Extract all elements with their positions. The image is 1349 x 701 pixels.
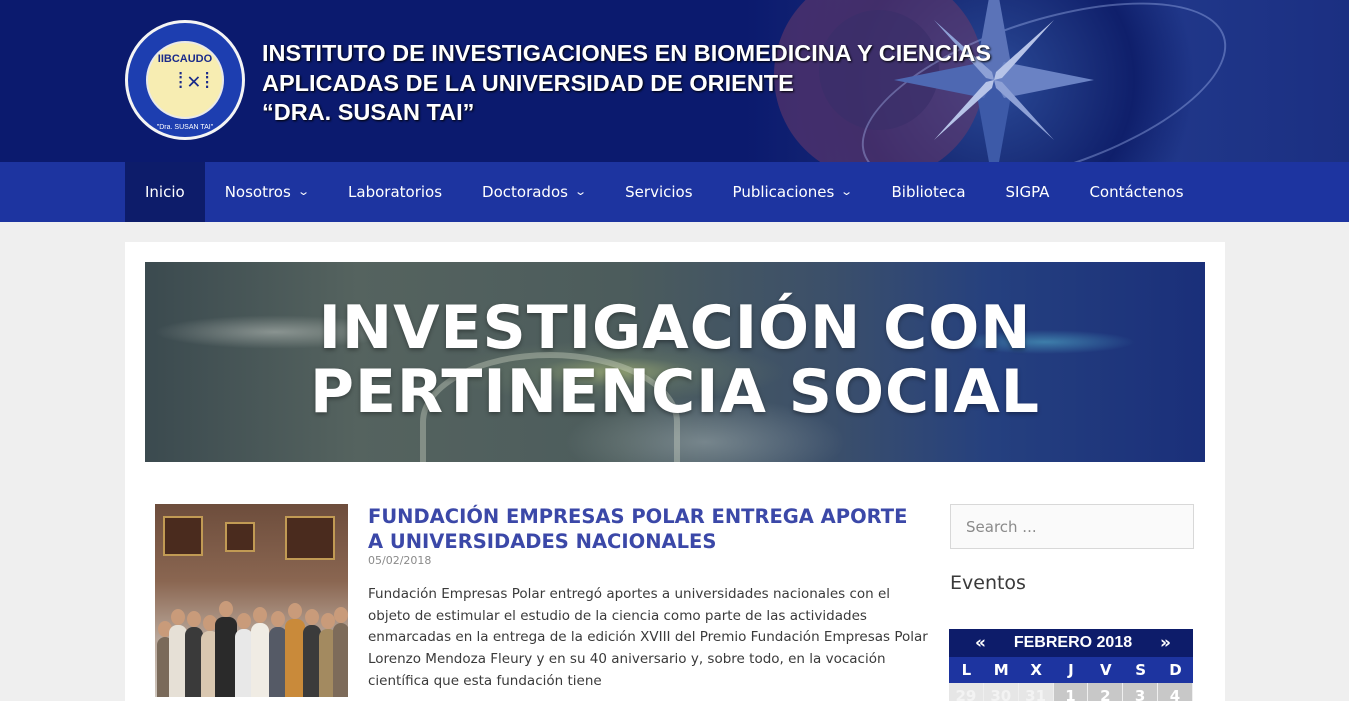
nav-item-nosotros[interactable]: Nosotros ⌄ bbox=[205, 162, 328, 222]
logo-symbol: ⁞✕⁞ bbox=[174, 69, 214, 94]
nav-item-publicaciones[interactable]: Publicaciones ⌄ bbox=[713, 162, 872, 222]
main-navigation: Inicio Nosotros ⌄ Laboratorios Doctorados… bbox=[0, 162, 1349, 222]
events-widget-title: Eventos bbox=[950, 572, 1026, 594]
nav-item-biblioteca[interactable]: Biblioteca bbox=[871, 162, 985, 222]
nav-item-label: SIGPA bbox=[1005, 183, 1050, 201]
post-title-link[interactable]: FUNDACIÓN EMPRESAS POLAR ENTREGA APORTE … bbox=[368, 504, 928, 554]
calendar-prev-button[interactable]: « bbox=[975, 633, 986, 653]
weekday-label: L bbox=[961, 661, 972, 679]
calendar-day[interactable]: 1 bbox=[1053, 683, 1089, 701]
calendar-day[interactable]: 29 bbox=[949, 683, 984, 701]
calendar-day[interactable]: 4 bbox=[1158, 683, 1193, 701]
logo-acronym: IIBCAUDO bbox=[157, 53, 213, 65]
post-thumbnail[interactable] bbox=[155, 504, 348, 697]
hero-heading: INVESTIGACIÓN CON PERTINENCIA SOCIAL bbox=[145, 296, 1205, 424]
site-title-line: INSTITUTO DE INVESTIGACIONES EN BIOMEDIC… bbox=[262, 40, 992, 66]
nav-item-label: Nosotros bbox=[224, 183, 291, 201]
hero-heading-line: INVESTIGACIÓN CON bbox=[318, 293, 1032, 363]
site-title-line: “DRA. SUSAN TAI” bbox=[262, 99, 475, 125]
calendar-next-button[interactable]: » bbox=[1160, 633, 1171, 653]
chevron-down-icon: ⌄ bbox=[574, 184, 587, 198]
nav-item-label: Contáctenos bbox=[1089, 183, 1184, 201]
nav-item-laboratorios[interactable]: Laboratorios bbox=[328, 162, 462, 222]
calendar-day[interactable]: 3 bbox=[1123, 683, 1159, 701]
logo-emblem: IIBCAUDO ⁞✕⁞ bbox=[146, 41, 224, 119]
nav-item-sigpa[interactable]: SIGPA bbox=[986, 162, 1070, 222]
hero-banner: INVESTIGACIÓN CON PERTINENCIA SOCIAL bbox=[145, 262, 1205, 462]
main-content: INVESTIGACIÓN CON PERTINENCIA SOCIAL FUN… bbox=[125, 242, 1225, 701]
calendar-week-row: 29 30 31 1 2 3 4 bbox=[949, 683, 1193, 701]
post-date: 05/02/2018 bbox=[368, 554, 432, 567]
nav-item-label: Doctorados bbox=[482, 183, 568, 201]
calendar-weekdays: L M X J V S D bbox=[949, 657, 1193, 683]
search-input[interactable] bbox=[950, 504, 1194, 549]
nav-item-doctorados[interactable]: Doctorados ⌄ bbox=[462, 162, 605, 222]
chevron-down-icon: ⌄ bbox=[840, 184, 854, 198]
weekday-label: J bbox=[1068, 661, 1074, 679]
post-excerpt: Fundación Empresas Polar entregó aportes… bbox=[368, 586, 928, 689]
nav-item-label: Laboratorios bbox=[348, 183, 443, 201]
calendar-day[interactable]: 30 bbox=[983, 683, 1019, 701]
nav-item-contactenos[interactable]: Contáctenos bbox=[1069, 162, 1203, 222]
weekday-label: S bbox=[1135, 661, 1147, 679]
logo-subtitle: "Dra. SUSAN TAI" bbox=[156, 124, 214, 131]
calendar-header: « FEBRERO 2018 » bbox=[949, 629, 1193, 657]
weekday-label: D bbox=[1169, 661, 1182, 679]
hero-heading-line: PERTINENCIA SOCIAL bbox=[309, 357, 1041, 427]
nav-menu: Inicio Nosotros ⌄ Laboratorios Doctorados… bbox=[125, 162, 1204, 222]
nav-item-label: Publicaciones bbox=[732, 183, 835, 201]
nav-item-label: Inicio bbox=[145, 183, 185, 201]
nav-item-label: Servicios bbox=[625, 183, 693, 201]
institute-logo[interactable]: IIBCAUDO ⁞✕⁞ "Dra. SUSAN TAI" bbox=[125, 20, 245, 140]
nav-item-servicios[interactable]: Servicios bbox=[605, 162, 712, 222]
site-title-line: APLICADAS DE LA UNIVERSIDAD DE ORIENTE bbox=[262, 69, 794, 96]
calendar-day[interactable]: 2 bbox=[1088, 683, 1124, 701]
nav-item-inicio[interactable]: Inicio bbox=[125, 162, 205, 222]
weekday-label: X bbox=[1030, 661, 1042, 679]
weekday-label: M bbox=[993, 661, 1009, 679]
site-title[interactable]: INSTITUTO DE INVESTIGACIONES EN BIOMEDIC… bbox=[262, 39, 991, 128]
nav-item-label: Biblioteca bbox=[891, 183, 966, 201]
site-header: IIBCAUDO ⁞✕⁞ "Dra. SUSAN TAI" INSTITUTO … bbox=[0, 0, 1349, 162]
weekday-label: V bbox=[1099, 661, 1112, 679]
events-calendar: « FEBRERO 2018 » L M X J V S D 29 30 31 … bbox=[949, 629, 1193, 701]
calendar-month-label: FEBRERO 2018 bbox=[1013, 634, 1133, 651]
calendar-day[interactable]: 31 bbox=[1018, 683, 1054, 701]
chevron-down-icon: ⌄ bbox=[296, 184, 310, 198]
